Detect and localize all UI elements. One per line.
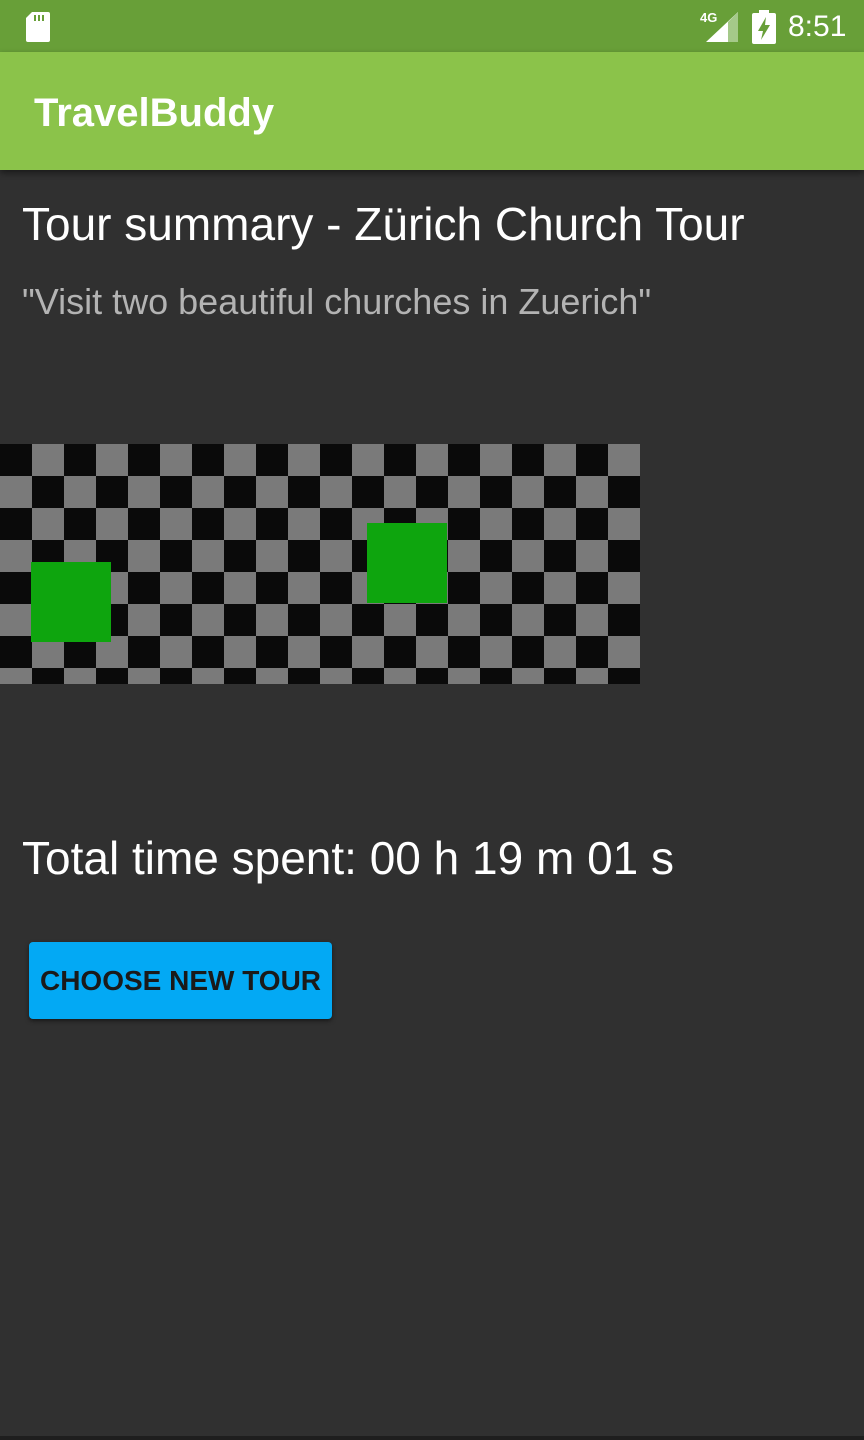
status-clock: 8:51: [788, 10, 847, 43]
choose-new-tour-button[interactable]: CHOOSE NEW TOUR: [29, 942, 332, 1019]
sd-card-icon: [26, 12, 50, 42]
tour-image-2[interactable]: [320, 444, 640, 684]
tour-description: "Visit two beautiful churches in Zuerich…: [22, 281, 652, 322]
battery-charging-icon: [752, 10, 776, 44]
bottom-edge: [0, 1436, 864, 1440]
app-title: TravelBuddy: [34, 91, 275, 135]
image-placeholder-square: [31, 562, 111, 642]
app-bar: TravelBuddy: [0, 52, 864, 170]
total-time-spent: Total time spent: 00 h 19 m 01 s: [22, 832, 675, 884]
image-placeholder-square: [367, 523, 447, 603]
tour-image-strip[interactable]: [0, 444, 640, 684]
tour-image-1[interactable]: [0, 444, 320, 684]
network-type-label: 4G: [700, 10, 718, 25]
status-bar: 4G 8:51: [0, 0, 864, 52]
tour-summary-title: Tour summary - Zürich Church Tour: [22, 198, 745, 250]
